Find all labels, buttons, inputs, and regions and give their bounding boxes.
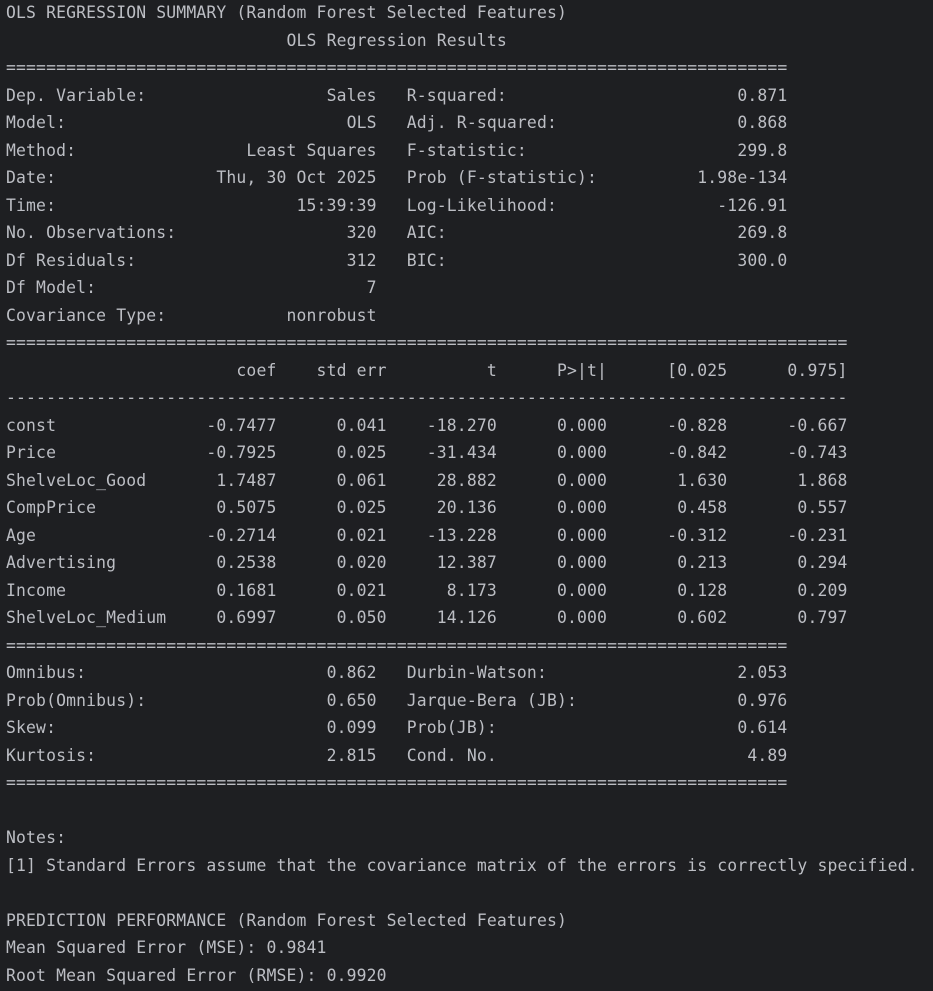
console-line: Dep. Variable: Sales R-squared: 0.871 xyxy=(6,86,788,105)
console-line: Date: Thu, 30 Oct 2025 Prob (F-statistic… xyxy=(6,168,788,187)
console-line: ShelveLoc_Medium 0.6997 0.050 14.126 0.0… xyxy=(6,608,848,627)
console-line: ========================================… xyxy=(6,58,788,77)
console-line: Root Mean Squared Error (RMSE): 0.9920 xyxy=(6,966,387,985)
console-line: Omnibus: 0.862 Durbin-Watson: 2.053 xyxy=(6,663,788,682)
console-line: Kurtosis: 2.815 Cond. No. 4.89 xyxy=(6,746,788,765)
console-line: ========================================… xyxy=(6,333,848,352)
console-output: OLS REGRESSION SUMMARY (Random Forest Se… xyxy=(0,0,933,991)
console-line: [1] Standard Errors assume that the cova… xyxy=(6,856,918,875)
console-line: PREDICTION PERFORMANCE (Random Forest Se… xyxy=(6,911,568,930)
console-line: CompPrice 0.5075 0.025 20.136 0.000 0.45… xyxy=(6,498,848,517)
console-line: Skew: 0.099 Prob(JB): 0.614 xyxy=(6,718,788,737)
console-line: Covariance Type: nonrobust xyxy=(6,306,788,325)
console-line: Prob(Omnibus): 0.650 Jarque-Bera (JB): 0… xyxy=(6,691,788,710)
console-line: No. Observations: 320 AIC: 269.8 xyxy=(6,223,788,242)
console-line: const -0.7477 0.041 -18.270 0.000 -0.828… xyxy=(6,416,848,435)
console-line: Income 0.1681 0.021 8.173 0.000 0.128 0.… xyxy=(6,581,848,600)
console-line: ----------------------------------------… xyxy=(6,388,848,407)
console-line: Method: Least Squares F-statistic: 299.8 xyxy=(6,141,788,160)
console-line: Mean Squared Error (MSE): 0.9841 xyxy=(6,938,327,957)
console-line: ShelveLoc_Good 1.7487 0.061 28.882 0.000… xyxy=(6,471,848,490)
console-line: Price -0.7925 0.025 -31.434 0.000 -0.842… xyxy=(6,443,848,462)
console-line: Notes: xyxy=(6,828,67,847)
console-line: Df Model: 7 xyxy=(6,278,788,297)
console-line: OLS REGRESSION SUMMARY (Random Forest Se… xyxy=(6,3,568,22)
console-line: coef std err t P>|t| [0.025 0.975] xyxy=(6,361,848,380)
console-line: Model: OLS Adj. R-squared: 0.868 xyxy=(6,113,788,132)
console-line: Time: 15:39:39 Log-Likelihood: -126.91 xyxy=(6,196,788,215)
console-line: Age -0.2714 0.021 -13.228 0.000 -0.312 -… xyxy=(6,526,848,545)
console-line: ========================================… xyxy=(6,636,788,655)
console-line: Advertising 0.2538 0.020 12.387 0.000 0.… xyxy=(6,553,848,572)
console-line: Df Residuals: 312 BIC: 300.0 xyxy=(6,251,788,270)
console-line: OLS Regression Results xyxy=(6,31,788,50)
console-line: ========================================… xyxy=(6,773,788,792)
